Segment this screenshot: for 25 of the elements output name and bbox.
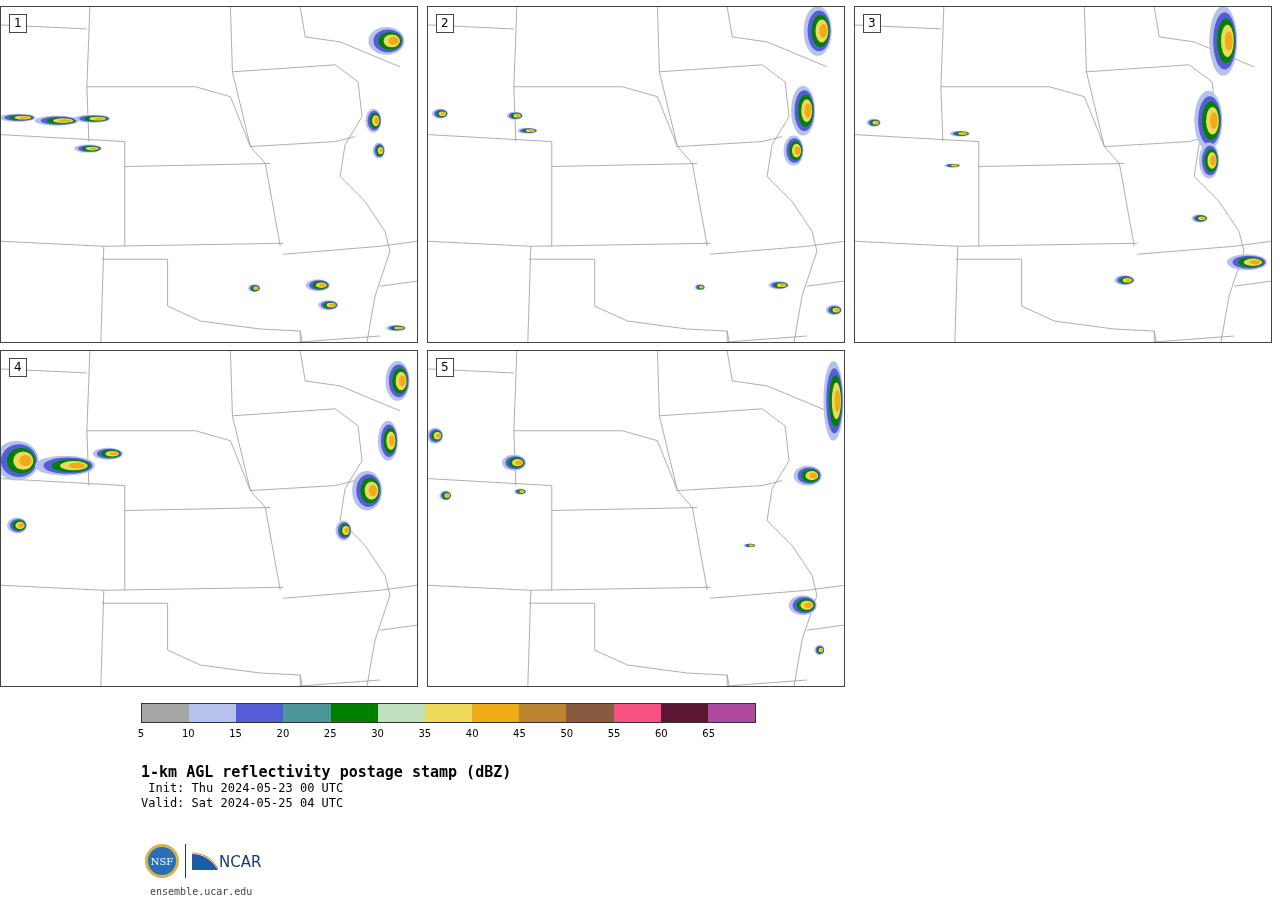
colorbar-tick-label: 30 — [371, 728, 384, 740]
colorbar-tick-label: 45 — [513, 728, 526, 740]
ncar-logo: NCAR — [192, 852, 262, 870]
colorbar-tick-label: 25 — [323, 728, 337, 740]
colorbar-tick-label: 20 — [276, 728, 290, 740]
colorbar-tick-label: 60 — [655, 728, 668, 740]
colorbar-tick-label: 15 — [229, 728, 242, 740]
colorbar-tick-label: 40 — [465, 728, 479, 740]
panel-number: 3 — [863, 14, 881, 33]
colorbar-tick-label: 35 — [418, 728, 432, 740]
valid-time-text: Valid: Sat 2024-05-25 04 UTC — [141, 796, 345, 811]
panel-number: 5 — [436, 358, 454, 377]
panel-number: 4 — [9, 358, 27, 377]
colorbar-tick-label: 5 — [137, 728, 145, 740]
init-time-text: Init: Thu 2024-05-23 00 UTC — [147, 781, 345, 796]
website-url: ensemble.ucar.edu — [150, 885, 254, 899]
colorbar-tick-label: 50 — [560, 728, 574, 740]
seal-logo: NSF — [145, 844, 179, 878]
arc-logo-icon — [192, 852, 218, 870]
colorbar-tick-label: 10 — [181, 728, 195, 740]
colorbar-tick-label: 65 — [702, 728, 716, 740]
chart-title: 1-km AGL reflectivity postage stamp (dBZ) — [141, 763, 513, 781]
panel-number: 1 — [9, 14, 27, 33]
panel-number: 2 — [436, 14, 454, 33]
colorbar-tick-label: 55 — [607, 728, 621, 740]
